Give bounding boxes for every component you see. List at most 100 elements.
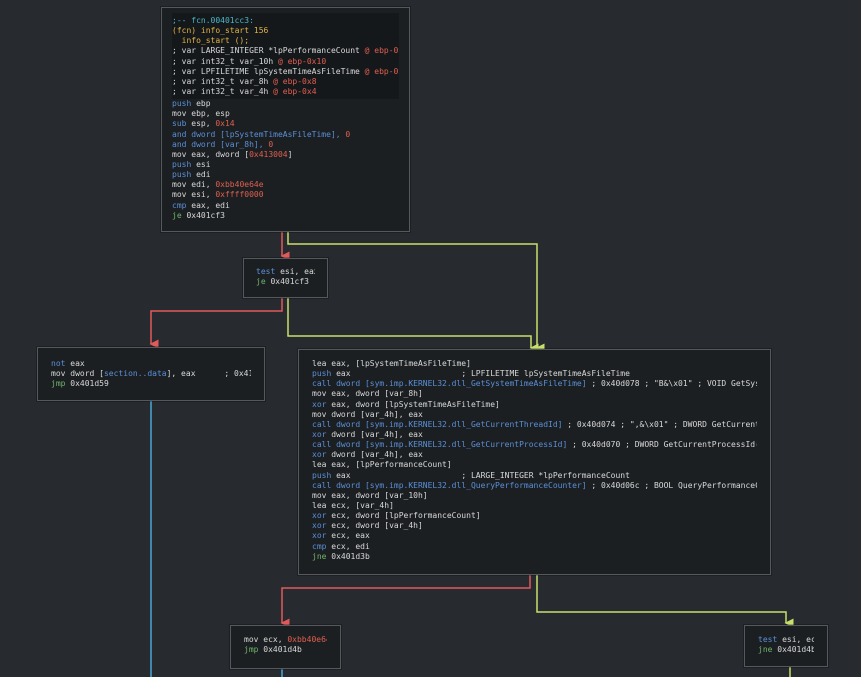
- asm-token: xor: [312, 429, 332, 439]
- asm-line[interactable]: mov eax, dword [0x413004]: [172, 150, 399, 160]
- asm-line[interactable]: call dword [sym.imp.KERNEL32.dll_GetCurr…: [312, 420, 757, 430]
- header-line[interactable]: ; var int32_t var_8h @ ebp-0x8: [172, 77, 399, 87]
- asm-token: @ ebp-0x4: [273, 86, 317, 96]
- node-fcn-00401cc3[interactable]: ;-- fcn.00401cc3: (fcn) info_start 156 in…: [161, 7, 410, 232]
- function-header: ;-- fcn.00401cc3: (fcn) info_start 156 in…: [172, 13, 399, 100]
- asm-line[interactable]: mov eax, dword [var_8h]: [312, 389, 757, 399]
- asm-token: cmp: [172, 200, 192, 210]
- asm-line[interactable]: call dword [sym.imp.KERNEL32.dll_GetSyst…: [312, 379, 757, 389]
- asm-token: ; var LPFILETIME lpSystemTimeAsFileTime: [172, 66, 365, 76]
- asm-line[interactable]: lea eax, [lpPerformanceCount]: [312, 460, 757, 470]
- asm-token: mov: [312, 389, 332, 399]
- asm-line[interactable]: xor ecx, dword [lpPerformanceCount]: [312, 511, 757, 521]
- asm-line[interactable]: sub esp, 0x14: [172, 119, 399, 129]
- asm-token: esi: [196, 159, 211, 169]
- asm-token: eax, [lpPerformanceCount]: [331, 460, 452, 470]
- asm-line[interactable]: and dword [lpSystemTimeAsFileTime], 0: [172, 130, 399, 140]
- asm-line[interactable]: cmp eax, edi: [172, 201, 399, 211]
- asm-line[interactable]: not eax: [51, 359, 251, 369]
- asm-line[interactable]: call dword [sym.imp.KERNEL32.dll_GetCurr…: [312, 440, 757, 450]
- asm-token: call dword [sym.imp.KERNEL32.dll_GetCurr…: [312, 419, 563, 429]
- header-line[interactable]: ; var LPFILETIME lpSystemTimeAsFileTime …: [172, 67, 399, 77]
- asm-line[interactable]: mov ecx, 0xbb40e64f: [244, 635, 327, 645]
- node-mov-ecx[interactable]: mov ecx, 0xbb40e64fjmp 0x401d4b: [230, 625, 341, 669]
- asm-token: ; var int32_t var_8h: [172, 76, 274, 86]
- asm-line[interactable]: mov edi, 0xbb40e64e: [172, 180, 399, 190]
- asm-token: dword [: [70, 369, 104, 379]
- asm-token: mov: [172, 149, 192, 159]
- asm-line[interactable]: jne 0x401d3b: [312, 552, 757, 562]
- asm-line[interactable]: call dword [sym.imp.KERNEL32.dll_QueryPe…: [312, 481, 757, 491]
- asm-line[interactable]: je 0x401cf3: [172, 211, 399, 221]
- asm-token: edi: [196, 170, 211, 180]
- asm-token: mov: [172, 109, 192, 119]
- asm-line[interactable]: mov eax, dword [var_10h]: [312, 491, 757, 501]
- asm-line[interactable]: xor eax, dword [lpSystemTimeAsFileTime]: [312, 400, 757, 410]
- asm-token: ebp, esp: [191, 109, 230, 119]
- asm-line[interactable]: xor ecx, eax: [312, 531, 757, 541]
- header-line[interactable]: ; var int32_t var_4h @ ebp-0x4: [172, 87, 399, 97]
- asm-line[interactable]: xor ecx, dword [var_4h]: [312, 521, 757, 531]
- header-line[interactable]: (fcn) info_start 156: [172, 26, 399, 36]
- asm-line[interactable]: push eax ; LARGE_INTEGER *lpPerformanceC…: [312, 471, 757, 481]
- asm-token: and: [172, 129, 192, 139]
- asm-token: je: [172, 210, 187, 220]
- asm-token: mov: [172, 190, 192, 200]
- instruction-list: push ebp mov ebp, esp sub esp, 0x14 and dwo…: [172, 99, 399, 221]
- asm-token: xor: [312, 399, 332, 409]
- asm-token: lea: [312, 460, 332, 470]
- asm-line[interactable]: lea ecx, [var_4h]: [312, 501, 757, 511]
- edge-test-esi-eax-to-not-eax: [149, 298, 283, 349]
- node-test-esi-eax[interactable]: test esi, eax je 0x401cf3: [243, 258, 328, 298]
- node-test-esi-ecx[interactable]: test esi, ecxjne 0x401d4b: [744, 625, 828, 667]
- asm-line[interactable]: mov dword [section..data], eax ; 0x41300…: [51, 369, 251, 379]
- asm-token: lea: [312, 359, 332, 368]
- asm-line[interactable]: push eax ; LPFILETIME lpSystemTimeAsFile…: [312, 369, 757, 379]
- asm-line[interactable]: jne 0x401d4b: [758, 645, 814, 655]
- asm-line[interactable]: and dword [var_8h], 0: [172, 140, 399, 150]
- asm-line[interactable]: jmp 0x401d59: [51, 379, 251, 389]
- asm-line[interactable]: mov ebp, esp: [172, 109, 399, 119]
- asm-line[interactable]: mov esi, 0xffff0000: [172, 190, 399, 200]
- asm-line[interactable]: push esi: [172, 160, 399, 170]
- node-not-eax[interactable]: not eax mov dword [section..data], eax ; …: [37, 347, 265, 401]
- asm-token: call dword [sym.imp.KERNEL32.dll_QueryPe…: [312, 480, 587, 490]
- asm-token: ; var int32_t var_4h: [172, 86, 274, 96]
- header-line[interactable]: ; var LARGE_INTEGER *lpPerformanceCount …: [172, 46, 399, 56]
- asm-line[interactable]: test esi, ecx: [758, 635, 814, 645]
- edge-lea-block-to-test-esi-ecx: [536, 575, 794, 628]
- header-line[interactable]: info_start ();: [172, 36, 399, 46]
- asm-line[interactable]: xor dword [var_4h], eax: [312, 430, 757, 440]
- graph-edges: [149, 232, 794, 677]
- asm-token: xor: [312, 511, 332, 521]
- asm-token: 0: [268, 139, 274, 149]
- asm-line[interactable]: xor dword [var_4h], eax: [312, 450, 757, 460]
- header-line[interactable]: ;-- fcn.00401cc3:: [172, 16, 399, 26]
- asm-line[interactable]: push edi: [172, 170, 399, 180]
- asm-token: eax, dword [lpSystemTimeAsFileTime]: [331, 399, 500, 409]
- asm-token: ecx,: [263, 635, 288, 644]
- asm-line[interactable]: cmp ecx, edi: [312, 542, 757, 552]
- asm-token: mov: [244, 635, 264, 644]
- asm-token: eax: [70, 359, 85, 368]
- asm-line[interactable]: lea eax, [lpSystemTimeAsFileTime]: [312, 359, 757, 369]
- asm-token: esi, ecx: [782, 635, 814, 644]
- asm-token: dword [var_8h],: [191, 139, 269, 149]
- header-line[interactable]: ; var int32_t var_10h @ ebp-0x10: [172, 57, 399, 67]
- asm-token: edi,: [191, 180, 216, 190]
- edge-test-esi-eax-to-lea-block: [287, 298, 539, 353]
- edge-lea-block-to-mov-ecx: [280, 575, 531, 628]
- asm-line[interactable]: mov dword [var_4h], eax: [312, 410, 757, 420]
- asm-line[interactable]: je 0x401cf3: [256, 277, 315, 287]
- asm-token: @ ebp-0xc: [364, 66, 399, 76]
- asm-token: push: [172, 159, 197, 169]
- asm-token: ; 0x40d070 ; DWORD GetCurrentProcessId(v…: [572, 440, 757, 450]
- asm-token: jne: [312, 551, 332, 561]
- asm-line[interactable]: test esi, eax: [256, 267, 315, 277]
- asm-token: eax, dword [var_8h]: [331, 389, 423, 399]
- asm-line[interactable]: jmp 0x401d4b: [244, 645, 327, 655]
- asm-token: mov: [312, 490, 332, 500]
- asm-token: xor: [312, 450, 332, 460]
- asm-line[interactable]: push ebp: [172, 99, 399, 109]
- node-lea-eax[interactable]: lea eax, [lpSystemTimeAsFileTime] push ea…: [298, 349, 771, 575]
